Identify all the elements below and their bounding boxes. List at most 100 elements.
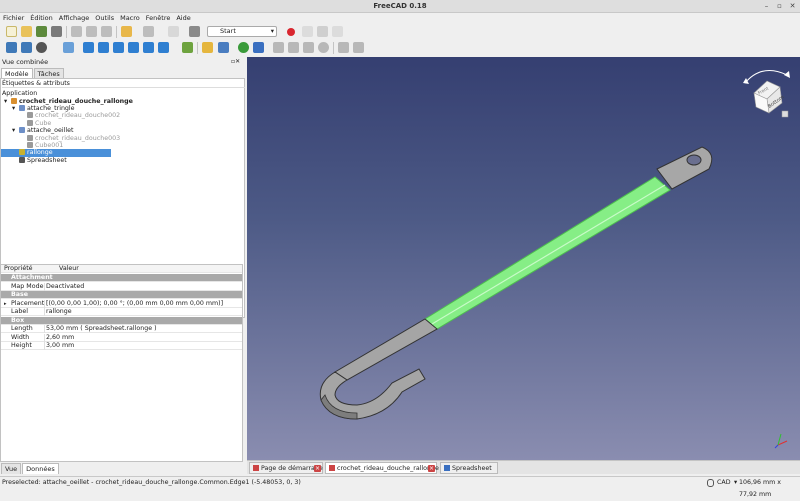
tree-item-label: crochet_rideau_douche002 — [35, 112, 121, 120]
property-row-height[interactable]: Height 3,00 mm — [1, 342, 242, 351]
3d-view[interactable]: Front Bottom — [247, 57, 800, 460]
stop-icon[interactable] — [318, 42, 329, 53]
property-name: Map Mode — [11, 282, 44, 290]
tree-item-label: crochet_rideau_douche003 — [35, 134, 121, 142]
navigation-style[interactable]: CAD — [717, 477, 731, 489]
tab-donnees[interactable]: Données — [22, 463, 59, 474]
lower-shaft[interactable] — [334, 318, 438, 381]
expand-arrow-icon[interactable]: ▸ — [4, 300, 7, 308]
refresh-icon[interactable] — [168, 26, 179, 37]
menu-macro[interactable]: Macro — [117, 13, 143, 22]
undo-icon[interactable] — [121, 26, 132, 37]
hook-top-part[interactable] — [656, 146, 713, 190]
navcube-arrow-left-icon[interactable] — [743, 78, 749, 84]
property-name: Placement — [11, 299, 45, 307]
property-row-placement[interactable]: ▸ Placement [(0,00 0,00 1,00); 0,00 °; (0,… — [1, 299, 242, 308]
property-group-box[interactable]: Box — [1, 316, 242, 325]
navcube-arrow-right-icon[interactable] — [784, 71, 790, 78]
property-tabs: Vue Données — [1, 463, 60, 474]
back-icon[interactable] — [273, 42, 284, 53]
spreadsheet-icon — [444, 465, 450, 471]
status-bar: Preselected: attache_oeillet - crochet_r… — [0, 476, 800, 498]
play-macro-icon[interactable] — [332, 26, 343, 37]
property-row-width[interactable]: Width 2,60 mm — [1, 333, 242, 342]
copy-icon[interactable] — [86, 26, 97, 37]
workbench-select[interactable]: Start ▾ — [207, 26, 277, 37]
property-group-attachment[interactable]: Attachment — [1, 274, 242, 283]
property-view: Propriété Valeur Attachment Map Mode Deac… — [0, 264, 243, 462]
paste-icon[interactable] — [101, 26, 112, 37]
stop-macro-icon[interactable] — [302, 26, 313, 37]
navigation-cube[interactable]: Front Bottom — [740, 65, 795, 125]
doc-tab-start-page[interactable]: Page de démarrage × — [249, 462, 323, 474]
fit-selection-icon[interactable] — [21, 42, 32, 53]
isometric-view-icon[interactable] — [63, 42, 74, 53]
record-macro-icon[interactable] — [287, 28, 295, 36]
property-group-base[interactable]: Base — [1, 291, 242, 300]
tree-item-label: rallonge — [27, 149, 53, 157]
measure-icon[interactable] — [182, 42, 193, 53]
tree-item[interactable]: Spreadsheet — [1, 156, 241, 165]
redo-icon[interactable] — [143, 26, 154, 37]
print-icon[interactable] — [51, 26, 62, 37]
navigation-style-dropdown-icon[interactable]: ▾ — [734, 477, 737, 489]
web-home-icon[interactable] — [238, 42, 249, 53]
open-folder-icon[interactable] — [21, 26, 32, 37]
model-canvas[interactable] — [247, 57, 800, 460]
property-row-label[interactable]: Label rallonge — [1, 308, 242, 317]
group-icon[interactable] — [218, 42, 229, 53]
edit-macro-icon[interactable] — [317, 26, 328, 37]
save-icon[interactable] — [36, 26, 47, 37]
cut-icon[interactable] — [71, 26, 82, 37]
tab-vue[interactable]: Vue — [1, 463, 22, 474]
property-row-map-mode[interactable]: Map Mode Deactivated — [1, 282, 242, 291]
tree-item-label: Cube — [35, 119, 52, 127]
group-label: Base — [11, 291, 29, 298]
menu-fenetre[interactable]: Fenêtre — [143, 13, 174, 22]
bottom-view-icon[interactable] — [143, 42, 154, 53]
menu-affichage[interactable]: Affichage — [56, 13, 93, 22]
close-button[interactable]: ✕ — [788, 2, 797, 11]
menu-edition[interactable]: Édition — [27, 13, 56, 22]
right-view-icon[interactable] — [113, 42, 124, 53]
toolbar-view — [0, 40, 800, 56]
top-view-icon[interactable] — [98, 42, 109, 53]
close-tab-icon[interactable]: × — [314, 465, 321, 472]
part-icon[interactable] — [202, 42, 213, 53]
minimize-button[interactable]: – — [762, 2, 771, 11]
hook-hole — [686, 154, 702, 166]
front-view-icon[interactable] — [83, 42, 94, 53]
combo-view-title: Vue combinée — [2, 58, 49, 66]
chevron-down-icon: ▾ — [270, 27, 274, 35]
property-row-length[interactable]: Length 53,00 mm ( Spreadsheet.rallonge ) — [1, 325, 242, 334]
new-file-icon[interactable] — [6, 26, 17, 37]
doc-tab-spreadsheet[interactable]: Spreadsheet — [440, 462, 498, 474]
navcube-menu-icon[interactable] — [781, 110, 789, 118]
menu-fichier[interactable]: Fichier — [0, 13, 27, 22]
title-bar: FreeCAD 0.18 – ▫ ✕ — [0, 0, 800, 13]
navcube-graphic[interactable] — [740, 65, 795, 125]
toolbar-separator — [197, 42, 198, 54]
forward-icon[interactable] — [288, 42, 299, 53]
close-tab-icon[interactable]: × — [428, 465, 435, 472]
web-forward-icon[interactable] — [253, 42, 264, 53]
draw-style-icon[interactable] — [36, 42, 47, 53]
menu-outils[interactable]: Outils — [92, 13, 117, 22]
maximize-button[interactable]: ▫ — [775, 2, 784, 11]
property-name-header: Propriété — [4, 265, 33, 272]
tree-item-label: Cube001 — [35, 141, 64, 149]
left-view-icon[interactable] — [158, 42, 169, 53]
reload-icon[interactable] — [303, 42, 314, 53]
fit-all-icon[interactable] — [6, 42, 17, 53]
rear-view-icon[interactable] — [128, 42, 139, 53]
whats-this-icon[interactable] — [189, 26, 200, 37]
tree-item-label: crochet_rideau_douche_rallonge — [19, 97, 133, 105]
property-name: Height — [11, 342, 32, 349]
property-value: 53,00 mm ( Spreadsheet.rallonge ) — [44, 325, 157, 333]
zoom-in-icon[interactable] — [338, 42, 349, 53]
doc-tab-model[interactable]: crochet_rideau_douche_rallonge : 1 × — [325, 462, 449, 474]
float-panel-icon[interactable]: ▫✕ — [231, 58, 240, 65]
zoom-out-icon[interactable] — [353, 42, 364, 53]
window-title: FreeCAD 0.18 — [373, 2, 427, 10]
menu-aide[interactable]: Aide — [173, 13, 193, 22]
